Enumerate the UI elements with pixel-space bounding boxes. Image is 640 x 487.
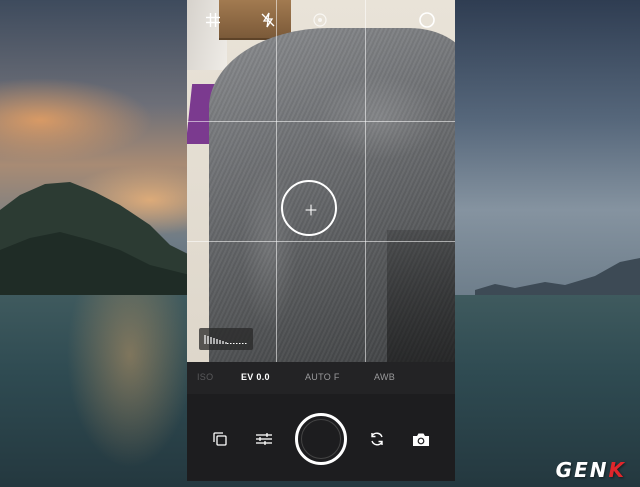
grid-line-horizontal (187, 241, 455, 242)
top-toolbar (187, 0, 455, 40)
camera-mode-icon[interactable] (410, 428, 432, 450)
mountain-right (475, 258, 640, 300)
brand-watermark: GENK (556, 458, 626, 482)
timer-icon[interactable] (310, 10, 330, 30)
flip-camera-icon[interactable] (366, 428, 388, 450)
shutter-inner (301, 419, 341, 459)
adjust-icon[interactable] (253, 428, 275, 450)
watermark-prefix: GEN (555, 458, 609, 482)
camera-app: ISO EV 0.0 AUTO F AWB (187, 0, 455, 481)
watermark-accent: K (608, 458, 626, 482)
setting-focus[interactable]: AUTO F (305, 372, 340, 382)
focus-crosshair-icon (305, 204, 317, 216)
mountain-left (0, 182, 190, 310)
settings-icon[interactable] (417, 10, 437, 30)
exposure-settings-bar: ISO EV 0.0 AUTO F AWB (187, 362, 455, 394)
setting-iso[interactable]: ISO (197, 372, 213, 382)
flash-off-icon[interactable] (258, 10, 278, 30)
shutter-button[interactable] (295, 413, 347, 465)
focus-ring[interactable] (281, 180, 337, 236)
setting-white-balance[interactable]: AWB (374, 372, 395, 382)
grid-line-vertical (365, 0, 366, 362)
histogram (199, 328, 253, 350)
grid-icon[interactable] (203, 10, 223, 30)
grid-line-horizontal (187, 121, 455, 122)
bottom-controls (187, 394, 455, 481)
gallery-icon[interactable] (209, 428, 231, 450)
grid-line-vertical (276, 0, 277, 362)
setting-ev[interactable]: EV 0.0 (241, 372, 270, 382)
viewfinder[interactable] (187, 0, 455, 362)
jeans-shadow (387, 230, 455, 362)
